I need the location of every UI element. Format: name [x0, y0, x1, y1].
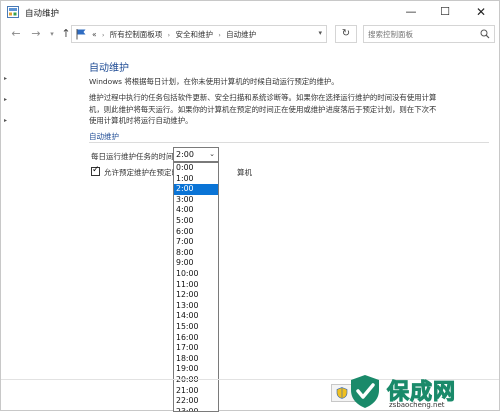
- left-pane-edge-mark: ▸: [4, 75, 8, 82]
- time-option[interactable]: 18:00: [174, 354, 218, 365]
- time-option[interactable]: 3:00: [174, 195, 218, 206]
- check-icon: ✓: [92, 165, 100, 175]
- watermark-logo: [347, 373, 383, 411]
- flag-icon: [75, 28, 87, 42]
- title-bar: 自动维护 — ☐ ✕: [1, 1, 499, 23]
- time-option[interactable]: 13:00: [174, 301, 218, 312]
- time-option[interactable]: 19:00: [174, 364, 218, 375]
- control-panel-window: 自动维护 — ☐ ✕ ← → ▾ ↑ « › 所有控制面板项 › 安全和维护 ›: [0, 0, 500, 412]
- search-icon: [480, 29, 490, 41]
- breadcrumb-security-maintenance[interactable]: 安全和维护: [175, 30, 213, 39]
- breadcrumb-overflow[interactable]: «: [92, 30, 97, 39]
- description-line-3: 使用计算机时将运行自动维护。: [89, 116, 193, 125]
- time-option[interactable]: 16:00: [174, 333, 218, 344]
- maintenance-time-select[interactable]: 2:00 ⌄: [173, 147, 219, 162]
- time-option[interactable]: 2:00: [174, 184, 218, 195]
- time-option[interactable]: 12:00: [174, 290, 218, 301]
- time-option[interactable]: 10:00: [174, 269, 218, 280]
- breadcrumb: « › 所有控制面板项 › 安全和维护 › 自动维护: [92, 29, 256, 40]
- time-option[interactable]: 20:00: [174, 375, 218, 386]
- section-divider: [89, 142, 489, 143]
- selected-time-value: 2:00: [176, 150, 194, 159]
- time-option[interactable]: 7:00: [174, 237, 218, 248]
- forward-arrow-icon[interactable]: →: [29, 26, 43, 42]
- minimize-button[interactable]: —: [395, 1, 427, 23]
- time-option[interactable]: 15:00: [174, 322, 218, 333]
- time-option[interactable]: 6:00: [174, 227, 218, 238]
- search-input[interactable]: [368, 28, 476, 40]
- time-option[interactable]: 21:00: [174, 386, 218, 397]
- time-option[interactable]: 17:00: [174, 343, 218, 354]
- breadcrumb-separator: ›: [167, 32, 171, 39]
- time-option[interactable]: 11:00: [174, 280, 218, 291]
- wake-computer-label-end: 算机: [237, 168, 252, 177]
- time-option[interactable]: 0:00: [174, 163, 218, 174]
- maintenance-time-label: 每日运行维护任务的时间: [91, 152, 174, 161]
- refresh-icon: ↻: [341, 28, 351, 39]
- recent-locations-chevron-icon[interactable]: ▾: [45, 26, 59, 42]
- left-pane-edge-mark: ▸: [4, 117, 8, 124]
- back-arrow-icon[interactable]: ←: [9, 26, 23, 42]
- address-field[interactable]: « › 所有控制面板项 › 安全和维护 › 自动维护 ▾: [71, 25, 327, 43]
- time-option[interactable]: 4:00: [174, 205, 218, 216]
- time-option[interactable]: 14:00: [174, 311, 218, 322]
- description-line-2: 机，则此维护将每天运行。如果你的计算机在预定的时间正在使用或维护进度落后于预定计…: [89, 105, 437, 114]
- window-title: 自动维护: [25, 9, 60, 19]
- time-option[interactable]: 22:00: [174, 396, 218, 407]
- time-dropdown-list[interactable]: 0:00 1:00 2:00 3:00 4:00 5:00 6:00 7:00 8:00 9:00…: [173, 162, 219, 412]
- section-heading: 自动维护: [89, 132, 119, 141]
- description-line-1: 维护过程中执行的任务包括软件更新、安全扫描和系统诊断等。如果你在选择运行维护的时…: [89, 93, 437, 102]
- refresh-button[interactable]: ↻: [335, 25, 357, 43]
- wake-computer-label-start: 允许预定维护在预定时: [104, 168, 179, 177]
- close-button[interactable]: ✕: [465, 1, 497, 23]
- left-pane-edge-mark: ▸: [4, 96, 8, 103]
- time-option[interactable]: 1:00: [174, 174, 218, 185]
- watermark: 保成网 zsbaocheng.net: [347, 371, 499, 412]
- breadcrumb-separator: ›: [101, 32, 105, 39]
- intro-text: Windows 将根据每日计划，在你未使用计算机的时候自动运行预定的维护。: [89, 77, 339, 86]
- breadcrumb-separator: ›: [218, 32, 221, 39]
- maximize-button[interactable]: ☐: [429, 1, 461, 23]
- chevron-down-icon: ⌄: [209, 150, 215, 158]
- breadcrumb-all-control-panel-items[interactable]: 所有控制面板项: [110, 30, 163, 39]
- breadcrumb-auto-maintenance[interactable]: 自动维护: [226, 30, 256, 39]
- page-title: 自动维护: [89, 63, 129, 74]
- control-panel-icon: [7, 6, 19, 20]
- wake-computer-checkbox[interactable]: ✓: [91, 165, 100, 176]
- search-field[interactable]: [363, 25, 495, 43]
- watermark-url: zsbaocheng.net: [389, 401, 445, 409]
- time-option[interactable]: 23:00: [174, 407, 218, 411]
- time-option[interactable]: 8:00: [174, 248, 218, 259]
- time-option[interactable]: 9:00: [174, 258, 218, 269]
- address-bar: ← → ▾ ↑ « › 所有控制面板项 › 安全和维护 › 自动维护 ▾ ↻ 搜…: [1, 23, 499, 45]
- time-option[interactable]: 5:00: [174, 216, 218, 227]
- address-dropdown-icon[interactable]: ▾: [318, 29, 322, 37]
